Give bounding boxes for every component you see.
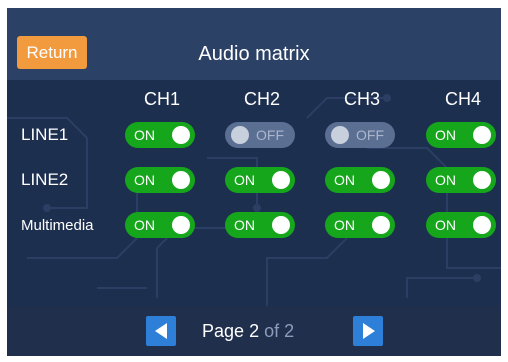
toggle-state-label: ON [334, 172, 355, 188]
toggle-multimedia-ch2[interactable]: ON [225, 212, 295, 238]
toggle-state-label: ON [234, 172, 255, 188]
toggle-line2-ch2[interactable]: ON [225, 167, 295, 193]
toggle-knob [272, 171, 290, 189]
page-prefix: Page [202, 321, 245, 341]
toggle-line2-ch4[interactable]: ON [426, 167, 496, 193]
previous-page-button[interactable] [146, 316, 176, 346]
toggle-knob [172, 126, 190, 144]
toggle-line2-ch3[interactable]: ON [325, 167, 395, 193]
audio-matrix-screen: Return Audio matrix CH1 CH2 CH3 CH4 LINE… [7, 8, 501, 356]
column-header-ch1: CH1 [143, 89, 180, 109]
column-header-ch3: CH3 [343, 89, 380, 109]
toggle-knob [473, 126, 491, 144]
row-label-multimedia: Multimedia [21, 217, 94, 234]
toggle-state-label: ON [134, 172, 155, 188]
toggle-knob [372, 171, 390, 189]
toggle-multimedia-ch1[interactable]: ON [125, 212, 195, 238]
page-total: 2 [284, 321, 295, 341]
toggle-knob [473, 171, 491, 189]
toggle-state-label: ON [134, 127, 155, 143]
toggle-state-label: ON [134, 217, 155, 233]
toggle-line1-ch2[interactable]: OFF [225, 122, 295, 148]
toggle-multimedia-ch4[interactable]: ON [426, 212, 496, 238]
page-indicator: Page 2 of 2 [202, 319, 294, 343]
toggle-state-label: ON [435, 172, 456, 188]
toggle-state-label: OFF [356, 127, 384, 143]
page-of: of [264, 321, 280, 341]
toggle-line2-ch1[interactable]: ON [125, 167, 195, 193]
page-title: Audio matrix [198, 43, 310, 65]
toggle-knob [372, 216, 390, 234]
toggle-knob [172, 171, 190, 189]
toggle-state-label: ON [435, 127, 456, 143]
toggle-state-label: ON [234, 217, 255, 233]
page-current: 2 [249, 321, 260, 341]
column-header-ch4: CH4 [444, 89, 481, 109]
toggle-state-label: ON [334, 217, 355, 233]
toggle-multimedia-ch3[interactable]: ON [325, 212, 395, 238]
triangle-right-icon [363, 323, 375, 339]
toggle-line1-ch1[interactable]: ON [125, 122, 195, 148]
next-page-button[interactable] [353, 316, 383, 346]
toggle-knob [172, 216, 190, 234]
toggle-knob [272, 216, 290, 234]
toggle-line1-ch4[interactable]: ON [426, 122, 496, 148]
toggle-knob [231, 126, 249, 144]
toggle-line1-ch3[interactable]: OFF [325, 122, 395, 148]
column-header-ch2: CH2 [243, 89, 280, 109]
row-label-line2: LINE2 [21, 170, 69, 189]
toggle-state-label: OFF [256, 127, 284, 143]
toggle-knob [331, 126, 349, 144]
toggle-state-label: ON [435, 217, 456, 233]
row-label-line1: LINE1 [21, 125, 69, 144]
pager-bar: Page 2 of 2 [7, 306, 501, 356]
triangle-left-icon [155, 323, 167, 339]
header-bar: Return Audio matrix [7, 8, 501, 80]
toggle-knob [473, 216, 491, 234]
